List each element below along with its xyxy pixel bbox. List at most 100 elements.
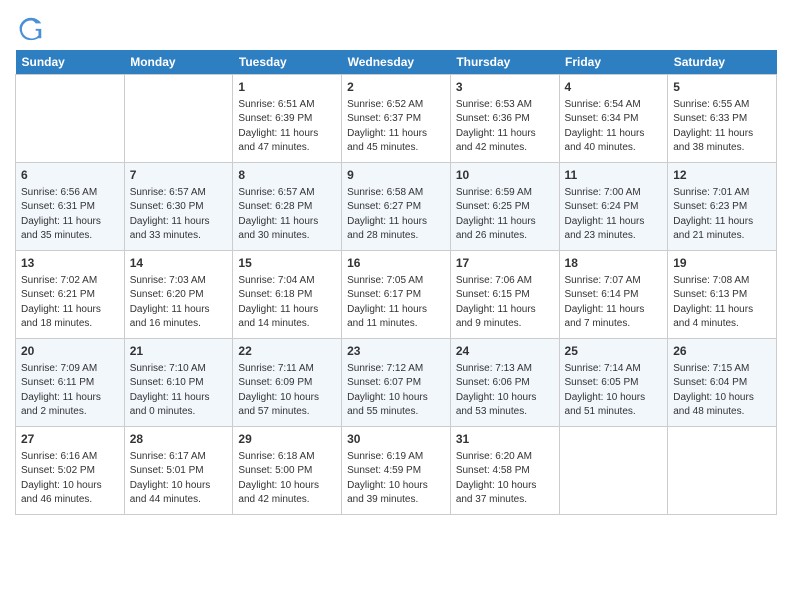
day-number: 2 bbox=[347, 79, 445, 96]
day-info: Sunrise: 6:51 AM Sunset: 6:39 PM Dayligh… bbox=[238, 98, 336, 156]
day-info: Sunrise: 7:13 AM Sunset: 6:06 PM Dayligh… bbox=[456, 362, 554, 420]
calendar-cell: 23Sunrise: 7:12 AM Sunset: 6:07 PM Dayli… bbox=[342, 339, 451, 427]
weekday-header: Saturday bbox=[668, 50, 777, 75]
day-number: 17 bbox=[456, 255, 554, 272]
day-info: Sunrise: 7:00 AM Sunset: 6:24 PM Dayligh… bbox=[565, 186, 663, 244]
calendar-cell: 2Sunrise: 6:52 AM Sunset: 6:37 PM Daylig… bbox=[342, 75, 451, 163]
calendar-cell: 10 Sunrise: 6:59 AM Sunset: 6:25 PM Dayli… bbox=[450, 163, 559, 251]
day-number: 26 bbox=[673, 343, 771, 360]
weekday-row: SundayMondayTuesdayWednesdayThursdayFrid… bbox=[16, 50, 777, 75]
calendar-week-row: 27 Sunrise: 6:16 AM Sunset: 5:02 PM Dayli… bbox=[16, 427, 777, 515]
calendar-cell: 24 Sunrise: 7:13 AM Sunset: 6:06 PM Dayli… bbox=[450, 339, 559, 427]
calendar-cell: 9 Sunrise: 6:58 AM Sunset: 6:27 PM Daylig… bbox=[342, 163, 451, 251]
day-number: 12 bbox=[673, 167, 771, 184]
day-number: 11 bbox=[565, 167, 663, 184]
calendar-cell: 19Sunrise: 7:08 AM Sunset: 6:13 PM Dayli… bbox=[668, 251, 777, 339]
calendar-cell bbox=[668, 427, 777, 515]
calendar-cell: 13 Sunrise: 7:02 AM Sunset: 6:21 PM Dayli… bbox=[16, 251, 125, 339]
day-info: Sunrise: 7:02 AM Sunset: 6:21 PM Dayligh… bbox=[21, 274, 119, 332]
day-number: 23 bbox=[347, 343, 445, 360]
day-number: 20 bbox=[21, 343, 119, 360]
calendar-week-row: 13 Sunrise: 7:02 AM Sunset: 6:21 PM Dayli… bbox=[16, 251, 777, 339]
day-number: 25 bbox=[565, 343, 663, 360]
calendar-table: SundayMondayTuesdayWednesdayThursdayFrid… bbox=[15, 50, 777, 515]
calendar-cell: 28Sunrise: 6:17 AM Sunset: 5:01 PM Dayli… bbox=[124, 427, 233, 515]
calendar-cell bbox=[559, 427, 668, 515]
day-info: Sunrise: 7:11 AM Sunset: 6:09 PM Dayligh… bbox=[238, 362, 336, 420]
calendar-cell: 31Sunrise: 6:20 AM Sunset: 4:58 PM Dayli… bbox=[450, 427, 559, 515]
calendar-cell: 1 Sunrise: 6:51 AM Sunset: 6:39 PM Daylig… bbox=[233, 75, 342, 163]
day-info: Sunrise: 6:55 AM Sunset: 6:33 PM Dayligh… bbox=[673, 98, 771, 156]
day-info: Sunrise: 6:58 AM Sunset: 6:27 PM Dayligh… bbox=[347, 186, 445, 244]
day-number: 24 bbox=[456, 343, 554, 360]
day-number: 27 bbox=[21, 431, 119, 448]
calendar-week-row: 6 Sunrise: 6:56 AM Sunset: 6:31 PM Daylig… bbox=[16, 163, 777, 251]
day-info: Sunrise: 6:59 AM Sunset: 6:25 PM Dayligh… bbox=[456, 186, 554, 244]
day-number: 18 bbox=[565, 255, 663, 272]
day-number: 4 bbox=[565, 79, 663, 96]
calendar-cell: 14 Sunrise: 7:03 AM Sunset: 6:20 PM Dayli… bbox=[124, 251, 233, 339]
day-number: 7 bbox=[130, 167, 228, 184]
day-number: 29 bbox=[238, 431, 336, 448]
day-number: 14 bbox=[130, 255, 228, 272]
day-number: 9 bbox=[347, 167, 445, 184]
day-info: Sunrise: 6:18 AM Sunset: 5:00 PM Dayligh… bbox=[238, 450, 336, 508]
logo-icon bbox=[17, 14, 45, 42]
calendar-cell: 26 Sunrise: 7:15 AM Sunset: 6:04 PM Dayli… bbox=[668, 339, 777, 427]
calendar-cell: 29 Sunrise: 6:18 AM Sunset: 5:00 PM Dayli… bbox=[233, 427, 342, 515]
calendar-cell: 21 Sunrise: 7:10 AM Sunset: 6:10 PM Dayli… bbox=[124, 339, 233, 427]
day-info: Sunrise: 7:06 AM Sunset: 6:15 PM Dayligh… bbox=[456, 274, 554, 332]
calendar-cell: 5 Sunrise: 6:55 AM Sunset: 6:33 PM Daylig… bbox=[668, 75, 777, 163]
calendar-week-row: 20Sunrise: 7:09 AM Sunset: 6:11 PM Dayli… bbox=[16, 339, 777, 427]
day-info: Sunrise: 7:10 AM Sunset: 6:10 PM Dayligh… bbox=[130, 362, 228, 420]
logo bbox=[15, 14, 45, 42]
calendar-cell: 16 Sunrise: 7:05 AM Sunset: 6:17 PM Dayli… bbox=[342, 251, 451, 339]
calendar-cell: 15 Sunrise: 7:04 AM Sunset: 6:18 PM Dayli… bbox=[233, 251, 342, 339]
calendar-cell: 8Sunrise: 6:57 AM Sunset: 6:28 PM Daylig… bbox=[233, 163, 342, 251]
calendar-cell: 12 Sunrise: 7:01 AM Sunset: 6:23 PM Dayli… bbox=[668, 163, 777, 251]
day-info: Sunrise: 6:16 AM Sunset: 5:02 PM Dayligh… bbox=[21, 450, 119, 508]
day-number: 6 bbox=[21, 167, 119, 184]
calendar-cell: 20Sunrise: 7:09 AM Sunset: 6:11 PM Dayli… bbox=[16, 339, 125, 427]
day-info: Sunrise: 7:15 AM Sunset: 6:04 PM Dayligh… bbox=[673, 362, 771, 420]
day-info: Sunrise: 7:05 AM Sunset: 6:17 PM Dayligh… bbox=[347, 274, 445, 332]
day-number: 8 bbox=[238, 167, 336, 184]
day-number: 16 bbox=[347, 255, 445, 272]
calendar-cell: 3Sunrise: 6:53 AM Sunset: 6:36 PM Daylig… bbox=[450, 75, 559, 163]
weekday-header: Friday bbox=[559, 50, 668, 75]
day-info: Sunrise: 7:01 AM Sunset: 6:23 PM Dayligh… bbox=[673, 186, 771, 244]
weekday-header: Wednesday bbox=[342, 50, 451, 75]
calendar-cell: 18 Sunrise: 7:07 AM Sunset: 6:14 PM Dayli… bbox=[559, 251, 668, 339]
calendar-week-row: 1 Sunrise: 6:51 AM Sunset: 6:39 PM Daylig… bbox=[16, 75, 777, 163]
calendar-cell: 22 Sunrise: 7:11 AM Sunset: 6:09 PM Dayli… bbox=[233, 339, 342, 427]
calendar-body: 1 Sunrise: 6:51 AM Sunset: 6:39 PM Daylig… bbox=[16, 75, 777, 515]
calendar-cell: 7 Sunrise: 6:57 AM Sunset: 6:30 PM Daylig… bbox=[124, 163, 233, 251]
day-number: 10 bbox=[456, 167, 554, 184]
day-info: Sunrise: 6:54 AM Sunset: 6:34 PM Dayligh… bbox=[565, 98, 663, 156]
day-number: 19 bbox=[673, 255, 771, 272]
day-info: Sunrise: 6:53 AM Sunset: 6:36 PM Dayligh… bbox=[456, 98, 554, 156]
day-info: Sunrise: 7:07 AM Sunset: 6:14 PM Dayligh… bbox=[565, 274, 663, 332]
day-info: Sunrise: 6:57 AM Sunset: 6:30 PM Dayligh… bbox=[130, 186, 228, 244]
day-info: Sunrise: 7:14 AM Sunset: 6:05 PM Dayligh… bbox=[565, 362, 663, 420]
calendar-cell: 4 Sunrise: 6:54 AM Sunset: 6:34 PM Daylig… bbox=[559, 75, 668, 163]
day-number: 21 bbox=[130, 343, 228, 360]
calendar-cell: 11 Sunrise: 7:00 AM Sunset: 6:24 PM Dayli… bbox=[559, 163, 668, 251]
day-number: 31 bbox=[456, 431, 554, 448]
day-number: 13 bbox=[21, 255, 119, 272]
day-info: Sunrise: 6:19 AM Sunset: 4:59 PM Dayligh… bbox=[347, 450, 445, 508]
weekday-header: Sunday bbox=[16, 50, 125, 75]
day-number: 1 bbox=[238, 79, 336, 96]
calendar-cell bbox=[124, 75, 233, 163]
header bbox=[15, 10, 777, 42]
calendar-cell: 6 Sunrise: 6:56 AM Sunset: 6:31 PM Daylig… bbox=[16, 163, 125, 251]
calendar-header: SundayMondayTuesdayWednesdayThursdayFrid… bbox=[16, 50, 777, 75]
day-number: 15 bbox=[238, 255, 336, 272]
calendar-cell: 25 Sunrise: 7:14 AM Sunset: 6:05 PM Dayli… bbox=[559, 339, 668, 427]
calendar-cell: 17 Sunrise: 7:06 AM Sunset: 6:15 PM Dayli… bbox=[450, 251, 559, 339]
day-info: Sunrise: 7:03 AM Sunset: 6:20 PM Dayligh… bbox=[130, 274, 228, 332]
day-number: 5 bbox=[673, 79, 771, 96]
day-number: 22 bbox=[238, 343, 336, 360]
day-info: Sunrise: 6:56 AM Sunset: 6:31 PM Dayligh… bbox=[21, 186, 119, 244]
day-info: Sunrise: 7:04 AM Sunset: 6:18 PM Dayligh… bbox=[238, 274, 336, 332]
